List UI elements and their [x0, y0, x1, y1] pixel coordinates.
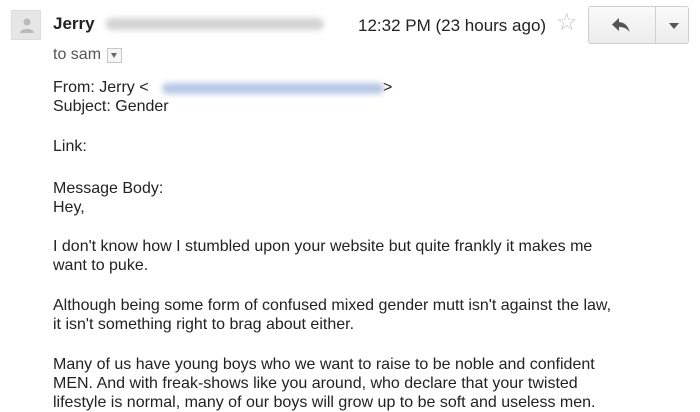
sender-name: Jerry [53, 14, 95, 33]
paragraph-1-line-1: I don't know how I stumbled upon your we… [53, 238, 593, 255]
star-icon[interactable]: ☆ [556, 11, 578, 35]
sender-avatar [11, 10, 41, 40]
reply-icon [612, 18, 630, 32]
redacted-from-email [162, 83, 384, 94]
more-options-button[interactable] [656, 7, 688, 43]
recipient-line: to sam [53, 46, 123, 64]
subject-line: Subject: Gender [53, 98, 169, 115]
paragraph-2-line-2: it isn't something right to brag about e… [53, 316, 355, 333]
reply-button-group [588, 6, 689, 44]
link-line: Link: [53, 138, 87, 155]
paragraph-3-line-1: Many of us have young boys who we want t… [53, 356, 595, 373]
from-line: From: Jerry < > [53, 78, 392, 97]
paragraph-3-line-3: lifestyle is normal, many of our boys wi… [53, 394, 596, 411]
recipient-details-icon[interactable] [107, 47, 123, 63]
greeting: Hey, [53, 199, 85, 216]
paragraph-3-line-2: MEN. And with freak-shows like you aroun… [53, 375, 578, 392]
from-suffix: > [383, 79, 393, 96]
recipient-label: to sam [53, 46, 102, 63]
chevron-down-icon [669, 23, 679, 29]
from-prefix: From: Jerry < [53, 79, 149, 96]
message-timestamp: 12:32 PM (23 hours ago) [358, 16, 547, 35]
paragraph-1-line-2: want to puke. [53, 257, 149, 274]
body-label: Message Body: [53, 180, 164, 197]
reply-button[interactable] [589, 7, 656, 43]
paragraph-2-line-1: Although being some form of confused mix… [53, 297, 612, 314]
person-icon [20, 18, 34, 33]
redacted-sender-email [106, 18, 324, 30]
